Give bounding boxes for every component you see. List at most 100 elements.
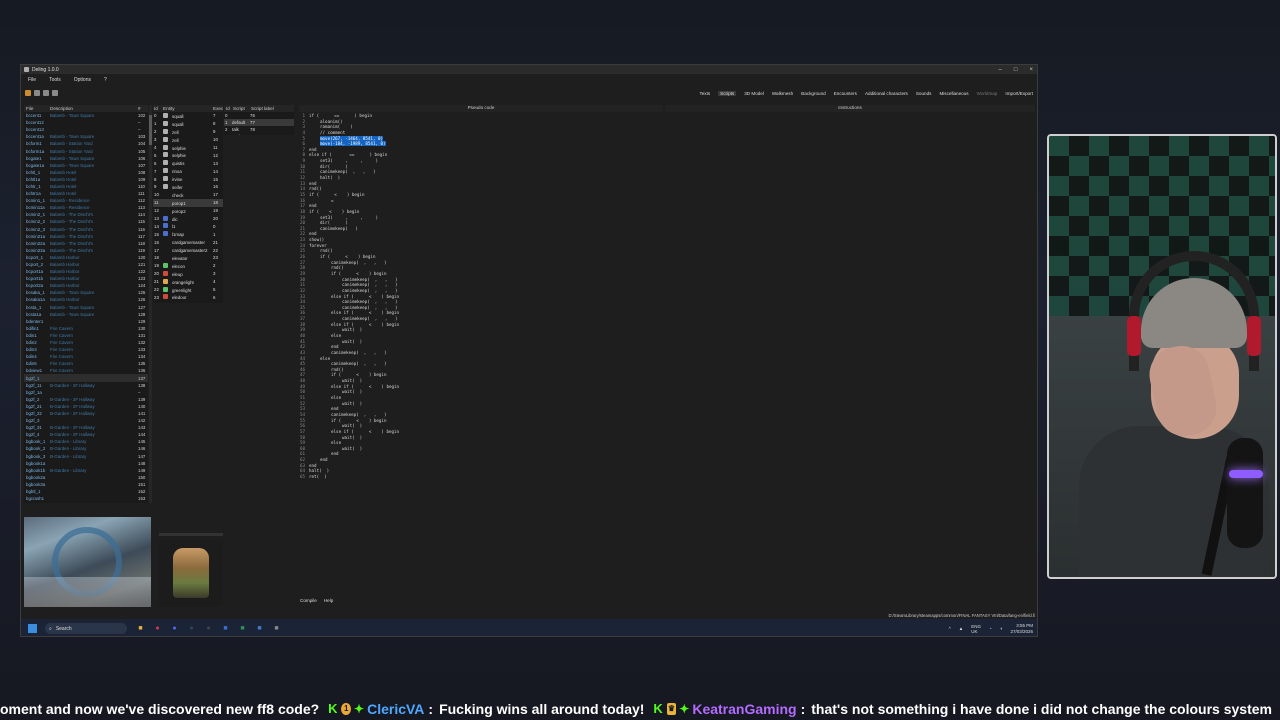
table-row[interactable]: bcport_2 Balamb Harbor 121 (24, 261, 148, 268)
table-row[interactable]: bgbook_3 B-Garden - Library 147 (24, 453, 148, 460)
close-button[interactable]: × (1029, 67, 1033, 73)
table-row[interactable]: bchtl1a Balamb Hotel 109 (24, 176, 148, 183)
table-row[interactable]: bgbook_1 B-Garden - Library 145 (24, 438, 148, 445)
list-item[interactable]: 3 zell 10 (153, 136, 223, 144)
browser-icon[interactable]: ● (153, 624, 162, 633)
obs-icon[interactable]: ● (204, 624, 213, 633)
tab-sounds[interactable]: Sounds (916, 91, 932, 96)
tab-walkmesh[interactable]: Walkmesh (772, 91, 793, 96)
table-row[interactable]: bgbook3a 151 (24, 481, 148, 488)
table-row[interactable]: bchtl_1 Balamb Hotel 108 (24, 169, 148, 176)
table-row[interactable]: bdin2 Fire Cavern 132 (24, 339, 148, 346)
table-row[interactable]: bg2f_2 B-Garden - 2F Hallway 139 (24, 396, 148, 403)
table-row[interactable]: bgbook_2 B-Garden - Library 146 (24, 445, 148, 452)
table-row[interactable]: bg2f_1a – (24, 389, 148, 396)
entity-list[interactable]: Id Entity Exec 0 squall 7 1 squall 8 2 zell 9 3 ze… (153, 105, 223, 303)
field-list[interactable]: File Description # bccent1 Balamb - Town … (24, 105, 148, 503)
list-item[interactable]: 10 check 17 (153, 191, 223, 199)
windows-start-icon[interactable] (28, 624, 37, 633)
header-script-label[interactable]: Script label (251, 106, 291, 111)
list-item[interactable]: 6 quistis 13 (153, 159, 223, 167)
table-row[interactable]: bdin5 Fire Cavern 135 (24, 360, 148, 367)
list-item[interactable]: 3push79 (224, 133, 294, 135)
tab-miscellaneous[interactable]: Miscellaneous (939, 91, 968, 96)
list-item[interactable]: 7 rinoa 14 (153, 167, 223, 175)
table-row[interactable]: bcform1a Balamb - Station Yard 105 (24, 147, 148, 154)
list-item[interactable]: 2 talk 78 (224, 126, 294, 133)
list-item[interactable]: 9 seifer 16 (153, 183, 223, 191)
list-item[interactable]: 17 cardgamemaster2 22 (153, 246, 223, 254)
table-row[interactable]: bcgate1 Balamb - Town Square 106 (24, 155, 148, 162)
table-row[interactable]: bcmin11a Balamb - Residence 113 (24, 204, 148, 211)
table-row[interactable]: bcmin2_2 Balamb - The Dincht's 115 (24, 218, 148, 225)
table-row[interactable]: bchtr1a Balamb Hotel 111 (24, 190, 148, 197)
wifi-icon[interactable]: ◔ (989, 626, 992, 631)
help-button[interactable]: Help (324, 598, 333, 603)
discord-icon[interactable]: ● (170, 624, 179, 633)
tab-3d-model[interactable]: 3D Model (744, 91, 764, 96)
header-number[interactable]: # (138, 106, 148, 111)
list-item[interactable]: 0 squall 7 (153, 112, 223, 120)
table-row[interactable]: bcgate1a Balamb - Town Square 107 (24, 162, 148, 169)
table-row[interactable]: bg2f_3 142 (24, 417, 148, 424)
table-row[interactable]: bg2f_1 137 (24, 374, 148, 382)
save-icon[interactable] (34, 90, 40, 96)
header-description[interactable]: Description (50, 106, 138, 111)
preview-scrollbar[interactable] (159, 533, 223, 536)
list-item[interactable]: 0 76 (224, 112, 294, 119)
table-row[interactable]: bccent1a Balamb - Town Square 103 (24, 133, 148, 140)
header-exec[interactable]: Exec (213, 106, 223, 111)
table-row[interactable]: bcport1b Balamb Harbor 123 (24, 275, 148, 282)
compile-button[interactable]: Compile (300, 598, 317, 603)
clock[interactable]: 3:55 PM 27/03/2026 (1010, 623, 1033, 634)
menu-options[interactable]: Options (74, 77, 91, 83)
table-row[interactable]: bcmin22a Balamb - The Dincht's 118 (24, 240, 148, 247)
minimize-button[interactable]: – (999, 67, 1002, 73)
table-row[interactable]: bcmin1_1 Balamb - Residence 112 (24, 197, 148, 204)
list-item[interactable]: 22 greenlight 5 (153, 286, 223, 294)
maximize-button[interactable]: □ (1014, 67, 1018, 73)
table-row[interactable]: bcmin23a Balamb - The Dincht's 119 (24, 247, 148, 254)
table-row[interactable]: bg2f_22 B-Garden - 2F Hallway 141 (24, 410, 148, 417)
table-row[interactable]: bgcrash1 153 (24, 495, 148, 502)
code-editor[interactable]: 1 if ( == ) begin 2 aloanim() 3 ramanim( ) 4 //… (295, 113, 1035, 589)
header-file[interactable]: File (26, 106, 50, 111)
table-row[interactable]: bcport2a Balamb Harbor 124 (24, 282, 148, 289)
header-script-id[interactable]: Id (226, 106, 233, 111)
table-row[interactable]: bcsaka_1 Balamb - Town Square 125 (24, 289, 148, 296)
code-line[interactable]: 65 ret( ) (295, 474, 1035, 480)
list-item[interactable]: 21 orangelight 4 (153, 278, 223, 286)
header-entity-id[interactable]: Id (154, 106, 163, 111)
list-item[interactable]: 16 cardgamemaster 21 (153, 238, 223, 246)
table-row[interactable]: bg2f_11 B-Garden - 2F Hallway 138 (24, 382, 148, 389)
taskbar-search[interactable]: ⌕ Search (45, 623, 127, 634)
list-item[interactable]: 19 elecon 2 (153, 262, 223, 270)
table-row[interactable]: bcmin2_3 Balamb - The Dincht's 116 (24, 226, 148, 233)
menu-file[interactable]: File (28, 77, 36, 83)
table-row[interactable]: bdenter1 129 (24, 318, 148, 325)
table-row[interactable]: bcsaka1a Balamb Harbor 126 (24, 296, 148, 303)
speaker-icon[interactable]: ◖ (1000, 626, 1003, 631)
tab-import-export[interactable]: Import/Export (1005, 91, 1033, 96)
menu-help[interactable]: ? (104, 77, 107, 83)
table-row[interactable]: bgbook1b B-Garden - Library 149 (24, 467, 148, 474)
table-row[interactable]: bdview1 Fire Cavern 136 (24, 367, 148, 374)
table-row[interactable]: bccent1 Balamb - Town Square 102 (24, 112, 148, 119)
tab-texts[interactable]: Texts (699, 91, 710, 96)
list-item[interactable]: 18 elevator 23 (153, 254, 223, 262)
table-row[interactable]: bgbtl_1 152 (24, 488, 148, 495)
tab-background[interactable]: Background (801, 91, 826, 96)
scrollbar-thumb[interactable] (149, 115, 152, 145)
table-row[interactable]: bchtr_1 Balamb Hotel 110 (24, 183, 148, 190)
file-explorer-icon[interactable]: ■ (136, 624, 145, 633)
table-row[interactable]: bcsta1a Balamb - Town Square 128 (24, 311, 148, 318)
list-item[interactable]: 11 porop1 18 (153, 198, 223, 207)
open-folder-icon[interactable] (25, 90, 31, 96)
tab-scripts[interactable]: Scripts (718, 91, 737, 96)
table-row[interactable]: bgbook1a 148 (24, 460, 148, 467)
table-row[interactable]: bcmin21a Balamb - The Dincht's 117 (24, 233, 148, 240)
list-item[interactable]: 14 l1 0 (153, 222, 223, 230)
tab-additional-characters[interactable]: Additional characters (865, 91, 908, 96)
steam-icon[interactable]: ● (187, 624, 196, 633)
grid-icon[interactable] (52, 90, 58, 96)
